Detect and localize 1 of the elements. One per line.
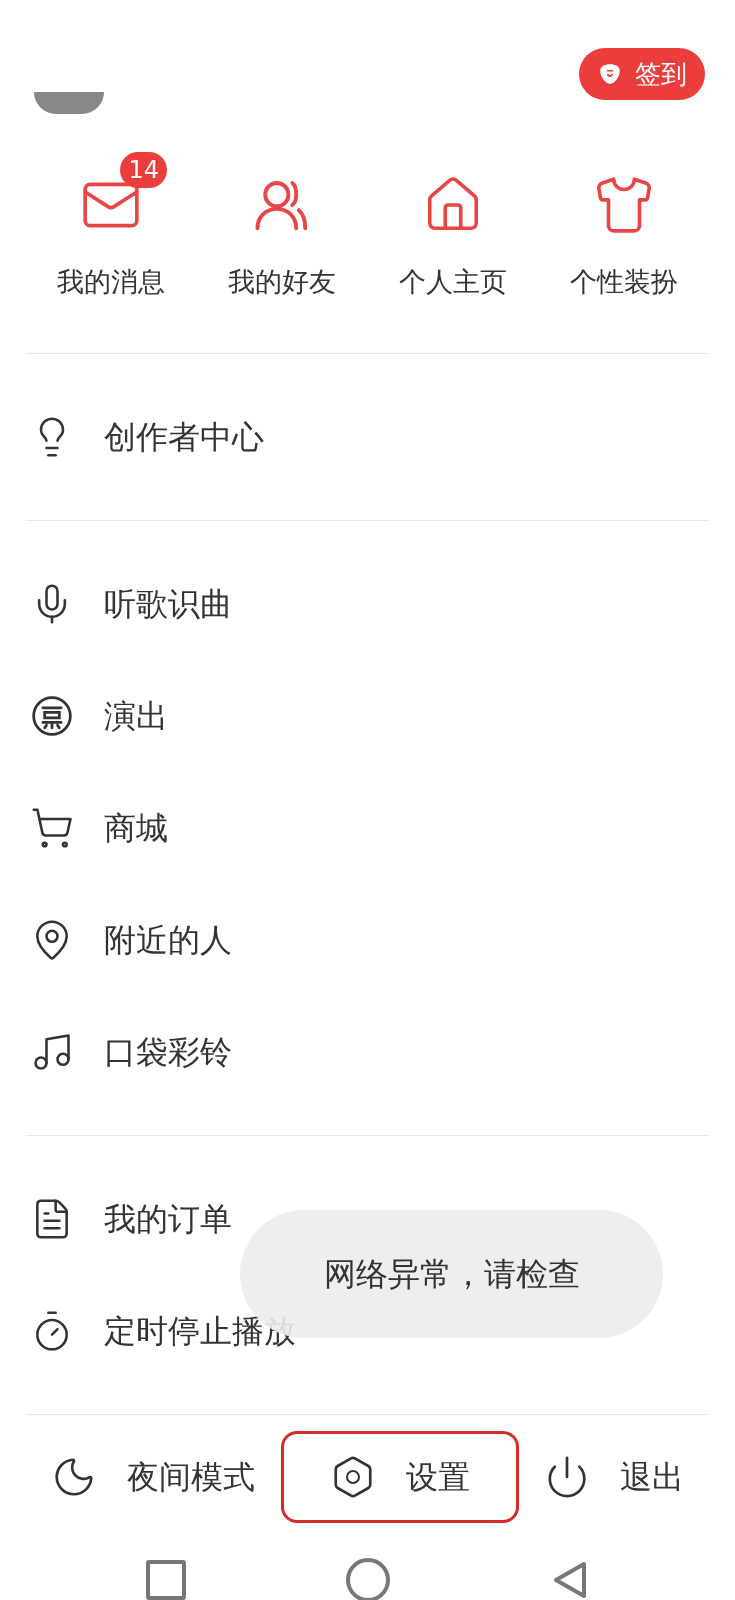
count-badge: 14 bbox=[120, 152, 167, 188]
